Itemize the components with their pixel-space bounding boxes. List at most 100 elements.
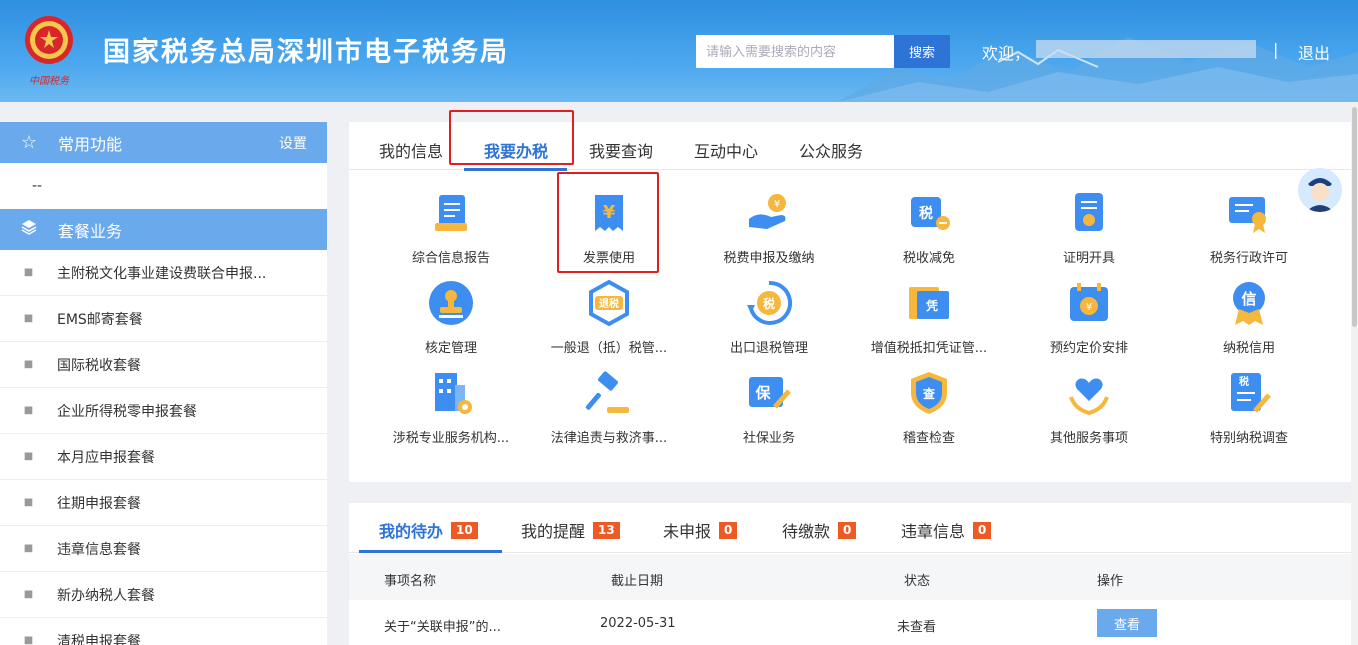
bullet-icon: ■: [23, 359, 34, 370]
scrollbar-thumb[interactable]: [1352, 107, 1357, 327]
sidebar-item[interactable]: ■ 违章信息套餐: [0, 526, 327, 572]
func-label: 综合信息报告: [411, 251, 490, 266]
func-label: 证明开具: [1062, 251, 1115, 266]
item-deadline: 2022-05-31: [600, 616, 676, 631]
func-legal-remedy[interactable]: 法律追责与救济事...: [534, 369, 684, 446]
sidebar-item-label: 主附税文化事业建设费联合申报...: [57, 265, 267, 282]
func-label: 纳税信用: [1222, 341, 1275, 356]
func-assessment[interactable]: 核定管理: [376, 279, 526, 356]
sidebar-item[interactable]: ■ 主附税文化事业建设费联合申报...: [0, 250, 327, 296]
tab-public-service[interactable]: 公众服务: [799, 138, 863, 162]
func-export-refund[interactable]: 税 出口退税管理: [694, 279, 844, 356]
sidebar-item-label: 本月应申报套餐: [57, 449, 155, 466]
layers-icon: [0, 219, 58, 240]
func-label: 出口退税管理: [729, 341, 808, 356]
func-tax-declaration[interactable]: ¥ 税费申报及缴纳: [694, 189, 844, 266]
func-social-insurance[interactable]: 保 社保业务: [694, 369, 844, 446]
view-button[interactable]: 查看: [1097, 609, 1157, 637]
svg-text:中国税务: 中国税务: [29, 75, 70, 87]
star-icon: ☆: [20, 132, 38, 153]
sidebar-item[interactable]: ■ 新办纳税人套餐: [0, 572, 327, 618]
active-tab-indicator: [464, 168, 567, 171]
certificate-icon: [1075, 193, 1103, 231]
sidebar-item[interactable]: ■ EMS邮寄套餐: [0, 296, 327, 342]
tab-label: 我的提醒: [521, 522, 586, 541]
header-banner: 中国税务 国家税务总局深圳市电子税务局 搜索 欢迎， | 退出: [0, 0, 1358, 102]
func-label: 特别纳税调查: [1209, 431, 1288, 446]
tab-interaction[interactable]: 互动中心: [694, 138, 758, 162]
func-professional-service[interactable]: 涉税专业服务机构...: [376, 369, 526, 446]
common-functions-header[interactable]: ☆ 常用功能 设置: [0, 122, 327, 163]
item-name: 关于“关联申报”的...: [384, 620, 501, 635]
insurance-icon: 保: [749, 377, 791, 409]
func-label: 预约定价安排: [1049, 341, 1128, 356]
count-badge: 13: [593, 521, 620, 539]
tab-my-info[interactable]: 我的信息: [379, 138, 443, 162]
tab-pending-payment[interactable]: 待缴款 0: [782, 518, 857, 542]
search-input[interactable]: [696, 35, 894, 68]
column-header: 截止日期: [611, 574, 664, 589]
search-button[interactable]: 搜索: [894, 35, 950, 68]
sidebar-item-label: 新办纳税人套餐: [57, 587, 155, 604]
func-other-services[interactable]: 其他服务事项: [1014, 369, 1164, 446]
license-icon: [1229, 197, 1266, 233]
logout-link[interactable]: 退出: [1298, 40, 1330, 64]
tab-my-todo[interactable]: 我的待办 10: [379, 518, 478, 542]
highlight-tab-box: [449, 110, 574, 165]
sidebar-item[interactable]: ■ 清税申报套餐: [0, 618, 327, 645]
func-tax-credit[interactable]: 信 纳税信用: [1174, 279, 1324, 356]
survey-icon: 税: [1231, 373, 1271, 413]
todo-tabs: 我的待办 10 我的提醒 13 未申报 0 待缴款 0 违章信息 0: [349, 503, 1351, 553]
tab-violations[interactable]: 违章信息 0: [901, 518, 992, 542]
svg-text:税: 税: [763, 296, 775, 311]
bullet-icon: ■: [23, 497, 34, 508]
sidebar-item[interactable]: ■ 国际税收套餐: [0, 342, 327, 388]
sidebar-item-label: 违章信息套餐: [57, 541, 141, 558]
package-business-header[interactable]: 套餐业务: [0, 209, 327, 250]
customer-service-avatar[interactable]: [1298, 168, 1342, 212]
sidebar-item-label: 国际税收套餐: [57, 357, 141, 374]
highlight-invoice-box: [557, 172, 659, 273]
tab-my-reminders[interactable]: 我的提醒 13: [521, 518, 620, 542]
tax-refund-icon: 退税: [589, 279, 629, 327]
func-label: 稽查检查: [902, 431, 955, 446]
bullet-icon: ■: [23, 543, 34, 554]
func-vat-voucher[interactable]: 凭 增值税抵扣凭证管...: [854, 279, 1004, 356]
count-badge: 10: [451, 521, 478, 539]
func-tax-reduction[interactable]: 税 税收减免: [854, 189, 1004, 266]
common-functions-label: 常用功能: [58, 134, 123, 154]
page-scrollbar[interactable]: [1351, 102, 1358, 645]
bullet-icon: ■: [23, 635, 34, 645]
heart-hand-icon: [1069, 378, 1109, 416]
func-info-report[interactable]: 综合信息报告: [376, 189, 526, 266]
settings-link[interactable]: 设置: [279, 133, 307, 153]
sidebar-item-label: EMS邮寄套餐: [57, 311, 143, 328]
inspection-icon: 查: [911, 372, 947, 414]
func-label: 一般退（抵）税管...: [550, 341, 668, 356]
func-label: 涉税专业服务机构...: [392, 431, 510, 446]
column-header: 状态: [904, 574, 931, 589]
todo-panel: 我的待办 10 我的提醒 13 未申报 0 待缴款 0 违章信息 0 事项名称 截止日期 …: [349, 503, 1351, 645]
func-tax-refund[interactable]: 退税 一般退（抵）税管...: [534, 279, 684, 356]
func-inspection[interactable]: 查 稽查检查: [854, 369, 1004, 446]
sidebar-item[interactable]: ■ 往期申报套餐: [0, 480, 327, 526]
tab-undeclared[interactable]: 未申报 0: [663, 518, 738, 542]
sidebar-item[interactable]: ■ 本月应申报套餐: [0, 434, 327, 480]
tab-label: 待缴款: [782, 522, 831, 541]
sidebar-item-label: 清税申报套餐: [57, 633, 141, 645]
func-special-investigation[interactable]: 税 特别纳税调查: [1174, 369, 1324, 446]
tax-payment-icon: ¥: [749, 194, 786, 229]
sidebar-item[interactable]: ■ 企业所得税零申报套餐: [0, 388, 327, 434]
bullet-icon: ■: [23, 451, 34, 462]
site-title: 国家税务总局深圳市电子税务局: [103, 37, 509, 68]
column-header: 操作: [1097, 574, 1124, 589]
func-certificate[interactable]: 证明开具: [1014, 189, 1164, 266]
func-label: 法律追责与救济事...: [550, 431, 668, 446]
voucher-icon: 凭: [909, 287, 949, 319]
header-separator: |: [1273, 40, 1279, 59]
func-pricing-arrangement[interactable]: ¥ 预约定价安排: [1014, 279, 1164, 356]
building-icon: [435, 373, 472, 414]
sidebar: ☆ 常用功能 设置 -- 套餐业务 ■ 主附税文化事业建设费联合申报... ■ EM…: [0, 122, 327, 645]
func-label: 其他服务事项: [1049, 431, 1128, 446]
tab-query[interactable]: 我要查询: [589, 138, 653, 162]
